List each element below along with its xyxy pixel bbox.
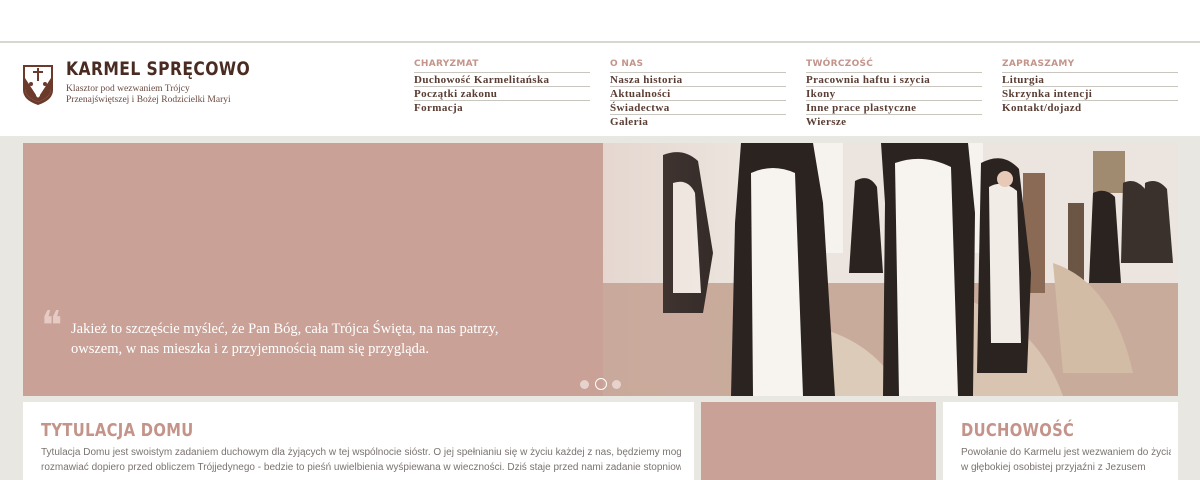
nav-link-pracownia-haftu[interactable]: Pracownia haftu i szycia <box>806 73 982 87</box>
subtitle-line-2: Przenajświętszej i Bożej Rodzicielki Mar… <box>66 95 231 105</box>
hero-quote-line-2: owszem, w nas mieszka i z przyjemnością … <box>71 341 429 357</box>
image-placeholder-box <box>701 402 936 480</box>
nav-heading-charyzmat: CHARYZMAT <box>414 58 590 73</box>
slider-dot-1[interactable] <box>580 380 589 389</box>
site-subtitle: Klasztor pod wezwaniem Trójcy Przenajświ… <box>66 84 231 106</box>
slider-dot-3[interactable] <box>612 380 621 389</box>
nav-link-inne-prace[interactable]: Inne prace plastyczne <box>806 101 982 115</box>
nav-heading-zapraszamy: ZAPRASZAMY <box>1002 58 1178 73</box>
top-strip <box>0 0 1200 43</box>
slider-dot-2-active[interactable] <box>595 378 607 390</box>
nav-column-charyzmat: CHARYZMAT Duchowość Karmelitańska Począt… <box>414 58 590 114</box>
nav-heading-tworczosc: TWÓRCZOŚĆ <box>806 58 982 73</box>
card-title-duchowosc[interactable]: DUCHOWOŚĆ <box>961 420 1074 441</box>
nav-link-aktualnosci[interactable]: Aktualności <box>610 87 786 101</box>
nav-link-liturgia[interactable]: Liturgia <box>1002 73 1178 87</box>
site-title[interactable]: KARMEL SPRĘCOWO <box>66 58 250 80</box>
nav-column-zapraszamy: ZAPRASZAMY Liturgia Skrzynka intencji Ko… <box>1002 58 1178 114</box>
nav-link-swiadectwa[interactable]: Świadectwa <box>610 101 786 115</box>
carmel-shield-icon[interactable] <box>22 62 54 106</box>
subtitle-line-1: Klasztor pod wezwaniem Trójcy <box>66 84 190 94</box>
card-text-duchowosc-line-1: Powołanie do Karmelu jest wezwaniem do ż… <box>961 447 1171 458</box>
hero-slider[interactable]: ❝ Jakież to szczęście myśleć, że Pan Bóg… <box>23 143 1178 396</box>
nav-column-tworczosc: TWÓRCZOŚĆ Pracownia haftu i szycia Ikony… <box>806 58 982 128</box>
card-tytulacja-domu: TYTULACJA DOMU Tytulacja Domu jest swois… <box>23 402 694 480</box>
nav-link-wiersze[interactable]: Wiersze <box>806 115 982 128</box>
hero-quote-line-1: Jakież to szczęście myśleć, że Pan Bóg, … <box>71 321 499 337</box>
nav-link-kontakt[interactable]: Kontakt/dojazd <box>1002 101 1178 114</box>
nav-link-formacja[interactable]: Formacja <box>414 101 590 114</box>
hero-quote: Jakież to szczęście myśleć, że Pan Bóg, … <box>71 319 498 359</box>
nav-link-poczatki-zakonu[interactable]: Początki zakonu <box>414 87 590 101</box>
nav-heading-o-nas: O NAS <box>610 58 786 73</box>
quote-mark-icon: ❝ <box>41 303 63 349</box>
card-text-duchowosc-line-2: w głębokiej osobistej przyjaźni z Jezuse… <box>961 462 1146 473</box>
card-title-tytulacja[interactable]: TYTULACJA DOMU <box>41 420 194 441</box>
nav-link-ikony[interactable]: Ikony <box>806 87 982 101</box>
nav-link-nasza-historia[interactable]: Nasza historia <box>610 73 786 87</box>
card-text-duchowosc: Powołanie do Karmelu jest wezwaniem do ż… <box>961 445 1171 475</box>
card-duchowosc: DUCHOWOŚĆ Powołanie do Karmelu jest wezw… <box>943 402 1178 480</box>
nav-column-o-nas: O NAS Nasza historia Aktualności Świadec… <box>610 58 786 128</box>
card-text-tytulacja: Tytulacja Domu jest swoistym zadaniem du… <box>41 445 681 475</box>
card-text-tytulacja-line-1: Tytulacja Domu jest swoistym zadaniem du… <box>41 447 681 458</box>
nav-link-skrzynka-intencji[interactable]: Skrzynka intencji <box>1002 87 1178 101</box>
nav-link-galeria[interactable]: Galeria <box>610 115 786 128</box>
card-text-tytulacja-line-2: rozmawiać dopiero przed obliczem Trójjed… <box>41 462 681 473</box>
nav-link-duchowosc-karmelitanska[interactable]: Duchowość Karmelitańska <box>414 73 590 87</box>
